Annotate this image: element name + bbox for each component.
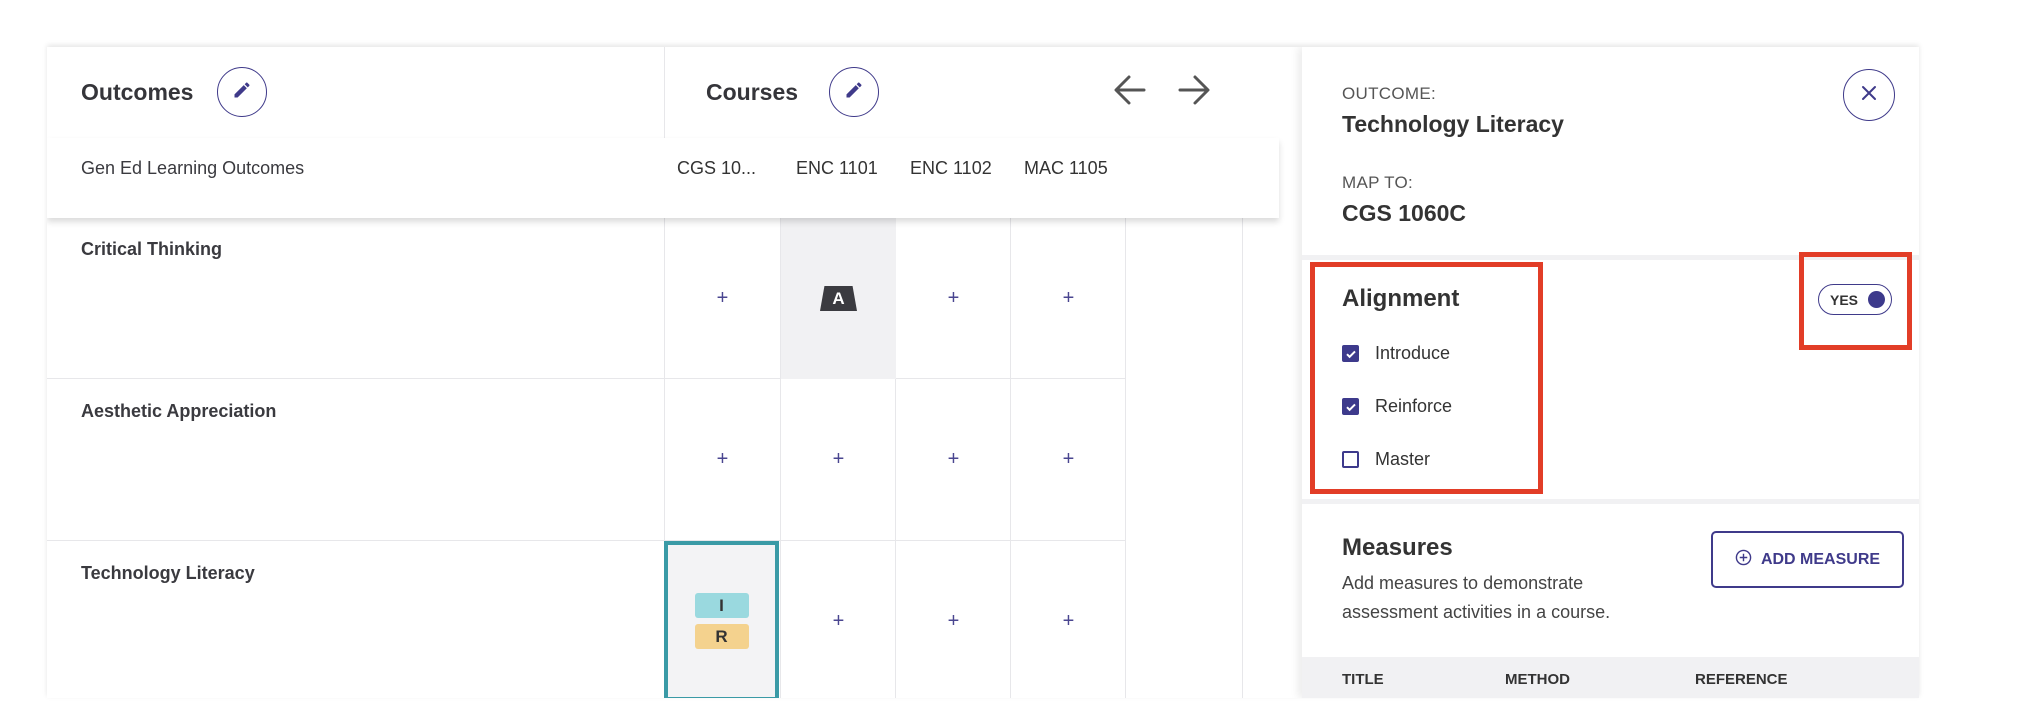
add-measure-button[interactable]: ADD MEASURE: [1711, 531, 1904, 588]
measures-title: Measures: [1342, 534, 1453, 561]
introduce-tag: I: [694, 593, 749, 618]
section-divider: [1302, 499, 1919, 504]
grid-header: Outcomes Courses: [47, 47, 1279, 139]
add-alignment-cell[interactable]: +: [781, 379, 896, 540]
plus-circle-icon: [1735, 549, 1752, 571]
title-column-header[interactable]: TITLE: [1342, 671, 1384, 688]
alignment-cell[interactable]: A: [781, 218, 896, 379]
arrow-left-icon: [1112, 72, 1148, 113]
edit-outcomes-button[interactable]: [217, 67, 267, 117]
next-courses-button[interactable]: [1174, 72, 1214, 112]
arrow-right-icon: [1176, 72, 1212, 113]
app-window: Outcomes Courses Gen Ed Learning Outcome…: [47, 47, 1919, 698]
add-alignment-cell[interactable]: +: [896, 541, 1011, 698]
reference-column-header[interactable]: REFERENCE: [1695, 671, 1788, 688]
method-column-header[interactable]: METHOD: [1505, 671, 1570, 688]
add-measure-label: ADD MEASURE: [1760, 550, 1881, 568]
add-alignment-cell[interactable]: +: [665, 218, 780, 379]
course-column-header[interactable]: MAC 1105: [1024, 158, 1108, 179]
close-icon: [1860, 84, 1878, 107]
add-alignment-cell[interactable]: +: [896, 218, 1011, 379]
outcome-course-grid: Outcomes Courses Gen Ed Learning Outcome…: [47, 47, 1279, 698]
outcome-row-label: Technology Literacy: [81, 563, 255, 583]
outcome-set-label: Gen Ed Learning Outcomes: [81, 158, 305, 178]
outcome-value: Technology Literacy: [1342, 111, 1564, 137]
course-column-header[interactable]: CGS 10...: [677, 158, 756, 179]
map-to-label: MAP TO:: [1342, 173, 1414, 192]
outcome-row-label: Aesthetic Appreciation: [81, 401, 277, 421]
course-column-header[interactable]: ENC 1101: [796, 158, 878, 179]
add-alignment-cell[interactable]: +: [1011, 379, 1126, 540]
course-column-header[interactable]: ENC 1102: [910, 158, 992, 179]
add-alignment-cell[interactable]: +: [781, 541, 896, 698]
selected-alignment-cell[interactable]: I R: [664, 541, 779, 698]
grid-subheader: Gen Ed Learning Outcomes CGS 10... ENC 1…: [47, 138, 1279, 218]
add-alignment-cell[interactable]: +: [665, 379, 780, 540]
add-alignment-cell[interactable]: +: [896, 379, 1011, 540]
outcome-row-label: Critical Thinking: [81, 239, 223, 259]
pencil-icon: [844, 80, 864, 105]
outcomes-title: Outcomes: [81, 79, 194, 105]
close-panel-button[interactable]: [1843, 69, 1895, 121]
add-alignment-cell[interactable]: +: [1011, 218, 1126, 379]
toggle-highlight-box: [1799, 252, 1912, 350]
map-to-value: CGS 1060C: [1342, 200, 1467, 226]
alignment-highlight-box: [1310, 262, 1543, 494]
courses-title: Courses: [706, 79, 799, 105]
previous-courses-button[interactable]: [1110, 72, 1150, 112]
measures-table-header: TITLE METHOD REFERENCE: [1302, 657, 1919, 698]
pencil-icon: [232, 80, 252, 105]
reinforce-tag: R: [694, 624, 749, 649]
edit-courses-button[interactable]: [829, 67, 879, 117]
add-alignment-cell[interactable]: +: [1011, 541, 1126, 698]
assessment-badge: A: [820, 286, 857, 311]
measures-description: Add measures to demonstrate assessment a…: [1342, 573, 1611, 622]
outcome-label: OUTCOME:: [1342, 84, 1437, 103]
